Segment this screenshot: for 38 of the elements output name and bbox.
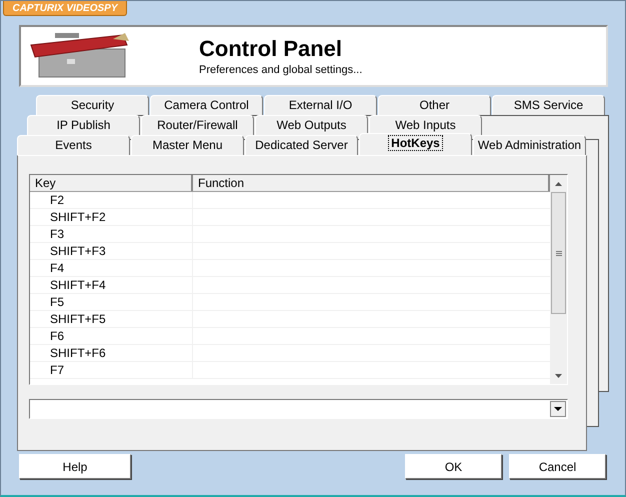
tab[interactable]: IP Publish: [27, 115, 140, 135]
tab[interactable]: Other: [378, 95, 491, 115]
tab[interactable]: Web Administration: [473, 135, 586, 155]
hotkey-cell[interactable]: F5: [30, 294, 193, 310]
hotkey-cell[interactable]: SHIFT+F5: [30, 311, 193, 327]
hotkey-cell[interactable]: SHIFT+F4: [30, 277, 193, 293]
scroll-up-arrow-icon[interactable]: [555, 182, 562, 186]
dialog-button[interactable]: OK: [405, 454, 502, 479]
grip-icon: [556, 250, 562, 256]
tab[interactable]: Dedicated Server: [245, 135, 358, 155]
hotkey-cell[interactable]: F2: [30, 192, 193, 208]
dialog-button[interactable]: Cancel: [509, 454, 606, 479]
tab[interactable]: Camera Control: [150, 95, 263, 115]
tab[interactable]: HotKeys: [359, 133, 472, 155]
column-header[interactable]: Key: [30, 175, 193, 191]
tab[interactable]: Master Menu: [131, 135, 244, 155]
hotkey-cell[interactable]: F7: [30, 362, 193, 378]
hotkey-cell[interactable]: F4: [30, 260, 193, 276]
tab[interactable]: Security: [36, 95, 149, 115]
scroll-down-arrow-icon[interactable]: [555, 374, 562, 378]
vertical-scrollbar[interactable]: [550, 175, 567, 384]
tab[interactable]: SMS Service: [492, 95, 605, 115]
panel-subtitle: Preferences and global settings...: [199, 64, 362, 76]
hotkey-cell[interactable]: SHIFT+F3: [30, 243, 193, 259]
app-logo-badge: CAPTURIX VIDEOSPY: [3, 1, 127, 16]
tab[interactable]: External I/O: [264, 95, 377, 115]
function-dropdown[interactable]: [29, 399, 568, 419]
dropdown-arrow-icon[interactable]: [554, 407, 562, 411]
tab[interactable]: Events: [17, 135, 130, 155]
tab[interactable]: Router/Firewall: [141, 115, 254, 135]
hotkey-cell[interactable]: F3: [30, 226, 193, 242]
hotkey-cell[interactable]: F6: [30, 328, 193, 344]
tab[interactable]: Web Outputs: [255, 115, 368, 135]
tab[interactable]: Web Inputs: [369, 115, 482, 135]
hotkey-cell[interactable]: SHIFT+F6: [30, 345, 193, 361]
hotkey-cell[interactable]: SHIFT+F2: [30, 209, 193, 225]
help-button[interactable]: Help: [19, 454, 131, 479]
panel-title: Control Panel: [199, 36, 344, 62]
